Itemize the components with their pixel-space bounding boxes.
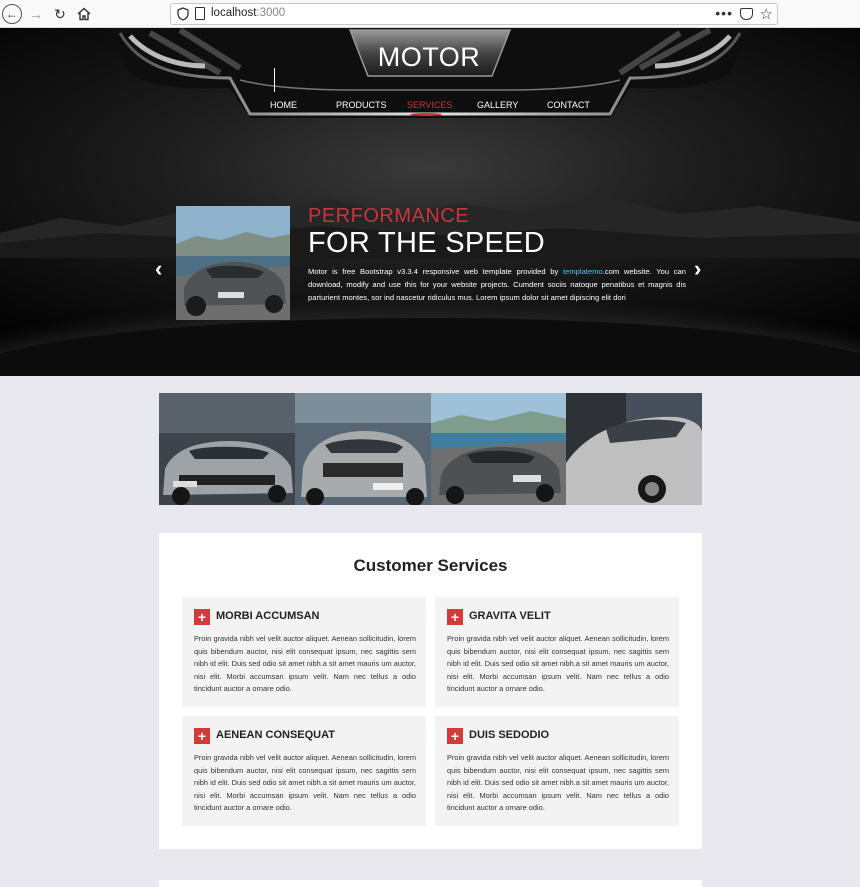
plus-icon[interactable]: + — [447, 728, 463, 744]
forward-icon[interactable]: → — [26, 4, 46, 24]
hero-banner: MOTOR HOME PRODUCTS SERVICES GALLERY CON… — [0, 28, 860, 376]
reload-icon[interactable]: ↻ — [50, 4, 70, 24]
back-icon[interactable]: ← — [2, 4, 22, 24]
page-icon — [195, 7, 205, 20]
plus-icon[interactable]: + — [447, 609, 463, 625]
gallery-strip — [159, 393, 702, 505]
service-card: + DUIS SEDODIO Proin gravida nibh vel ve… — [435, 716, 679, 826]
text-cursor — [274, 68, 275, 92]
nav-home[interactable]: HOME — [270, 100, 297, 110]
service-title: MORBI ACCUMSAN — [216, 610, 320, 622]
service-title: DUIS SEDODIO — [469, 729, 550, 741]
service-text: Proin gravida nibh vel velit auctor aliq… — [447, 634, 669, 694]
pocket-icon[interactable] — [740, 8, 753, 20]
customer-services-section: Customer Services + MORBI ACCUMSAN Proin… — [159, 533, 702, 849]
browser-toolbar: ← → ↻ localhost:3000 ••• ☆ — [0, 0, 860, 28]
slide-car-image — [176, 206, 290, 320]
nav-gallery[interactable]: GALLERY — [477, 100, 518, 110]
service-card: + MORBI ACCUMSAN Proin gravida nibh vel … — [182, 597, 426, 707]
plus-icon[interactable]: + — [194, 609, 210, 625]
star-icon[interactable]: ☆ — [760, 5, 773, 23]
service-title: AENEAN CONSEQUAT — [216, 729, 335, 741]
next-section-edge — [159, 880, 702, 887]
plus-icon[interactable]: + — [194, 728, 210, 744]
shield-icon[interactable] — [177, 7, 189, 21]
address-bar[interactable]: localhost:3000 ••• ☆ — [170, 3, 778, 25]
slide-description: Motor is free Bootstrap v3.3.4 responsiv… — [308, 267, 687, 302]
service-card: + GRAVITA VELIT Proin gravida nibh vel v… — [435, 597, 679, 707]
chevron-left-icon[interactable]: ‹ — [155, 256, 162, 282]
nav-contact[interactable]: CONTACT — [547, 100, 590, 110]
gallery-image-1[interactable] — [159, 393, 295, 505]
slide-title: FOR THE SPEED — [308, 227, 546, 259]
slide-subtitle: PERFORMANCE — [308, 205, 470, 227]
url-text[interactable]: localhost:3000 — [211, 7, 285, 19]
section-title: Customer Services — [353, 556, 508, 575]
gallery-image-4[interactable] — [566, 393, 702, 505]
gallery-image-3[interactable] — [430, 393, 567, 505]
brand-logo[interactable]: MOTOR — [346, 42, 512, 73]
more-icon[interactable]: ••• — [715, 5, 733, 21]
hero-floor — [0, 318, 860, 376]
nav-products[interactable]: PRODUCTS — [336, 100, 387, 110]
gallery-image-2[interactable] — [294, 393, 431, 505]
service-title: GRAVITA VELIT — [469, 610, 551, 622]
home-icon[interactable] — [74, 4, 94, 24]
service-card: + AENEAN CONSEQUAT Proin gravida nibh ve… — [182, 716, 426, 826]
templatemo-link[interactable]: templatemo — [563, 267, 603, 276]
chevron-right-icon[interactable]: › — [694, 256, 701, 282]
active-nav-indicator — [410, 113, 442, 116]
service-text: Proin gravida nibh vel velit auctor aliq… — [447, 753, 669, 813]
service-text: Proin gravida nibh vel velit auctor aliq… — [194, 753, 416, 813]
service-text: Proin gravida nibh vel velit auctor aliq… — [194, 634, 416, 694]
nav-services[interactable]: SERVICES — [407, 100, 452, 110]
